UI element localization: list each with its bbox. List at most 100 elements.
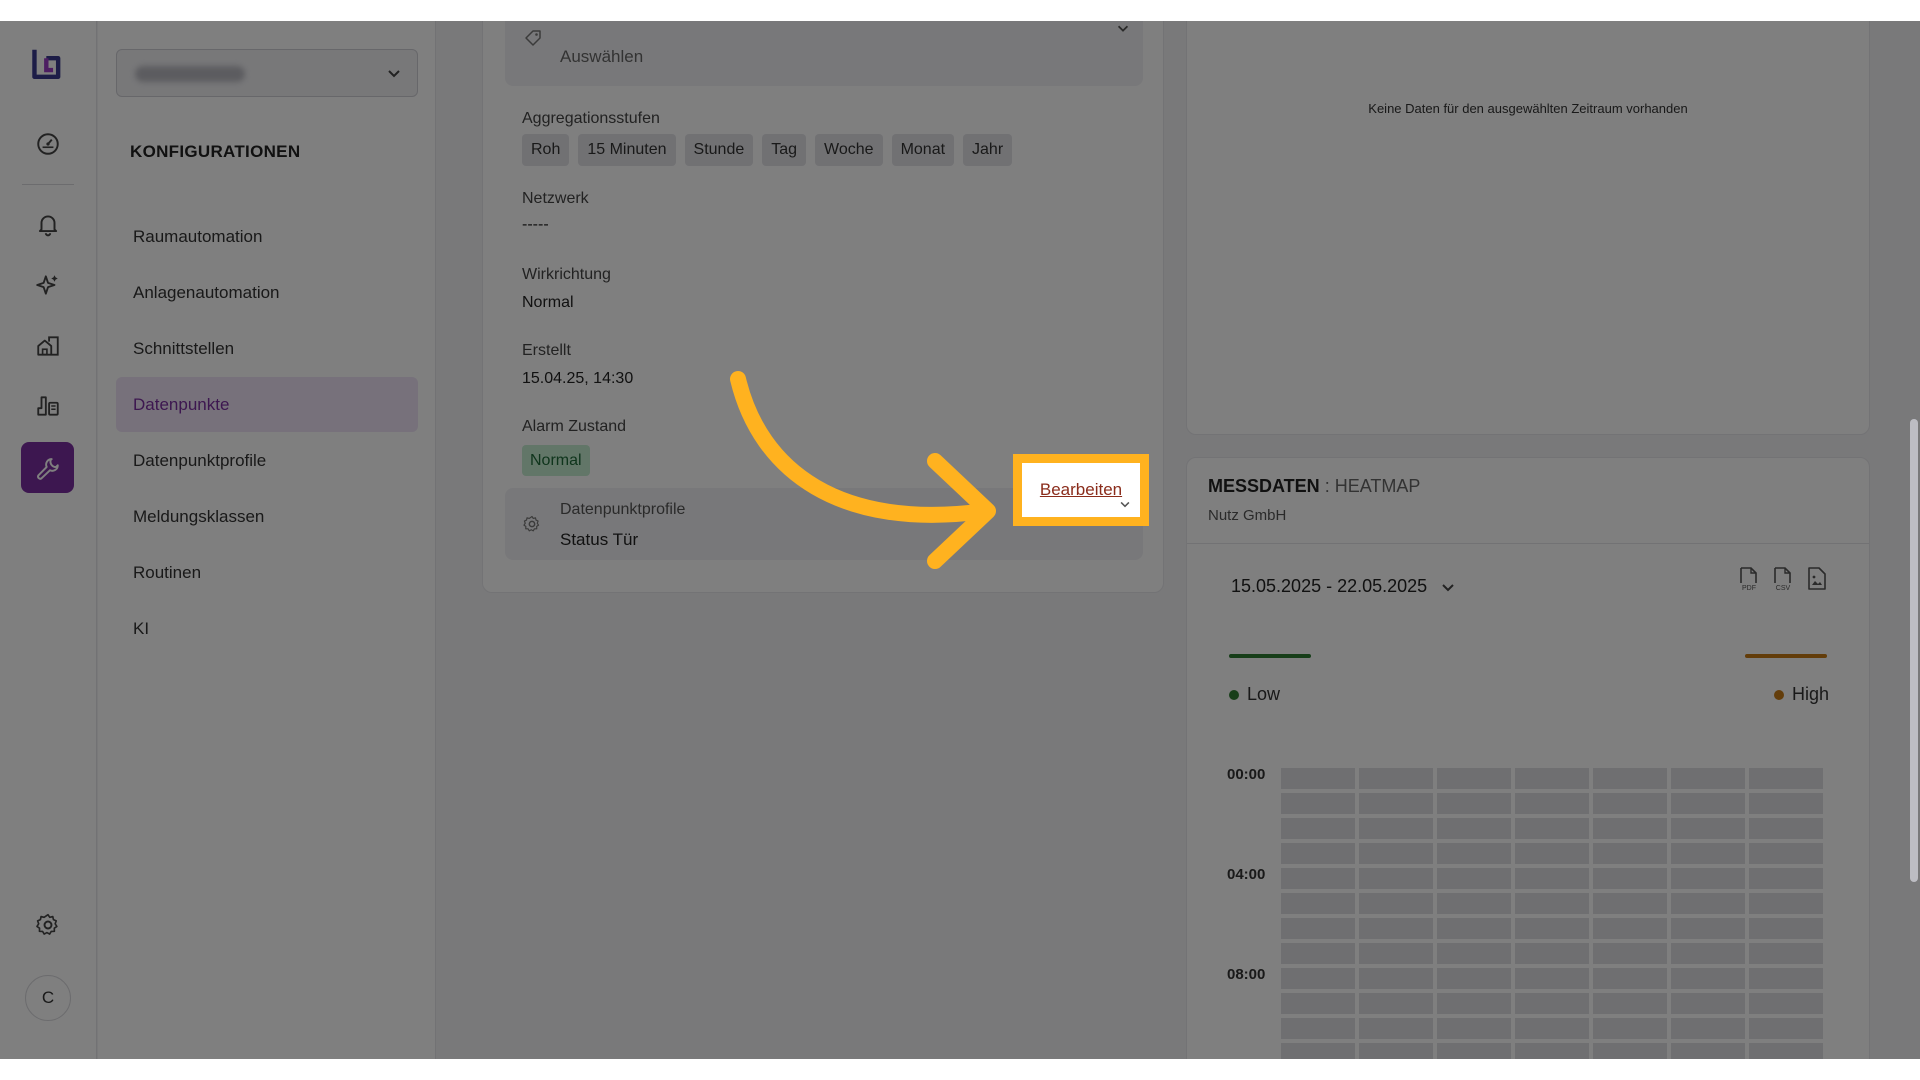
heatmap-cell [1593, 868, 1667, 889]
sidebar-item-datenpunktprofile[interactable]: Datenpunktprofile [116, 433, 418, 488]
heatmap-cell [1359, 918, 1433, 939]
direction-value: Normal [522, 294, 574, 311]
edit-button[interactable]: Bearbeiten [1040, 480, 1122, 500]
heatmap-cell [1515, 843, 1589, 864]
heatmap-cell [1437, 943, 1511, 964]
heatmap-cell [1359, 943, 1433, 964]
heatmap-cell [1437, 793, 1511, 814]
heatmap-cell [1593, 793, 1667, 814]
sidebar-item-ki[interactable]: KI [116, 601, 418, 656]
heatmap-cell [1593, 1018, 1667, 1039]
chevron-down-icon [1117, 25, 1129, 32]
legend-low-dot [1229, 689, 1239, 700]
scrollbar[interactable] [1910, 419, 1918, 882]
heatmap-cell [1359, 868, 1433, 889]
sidebar-item-meldungsklassen[interactable]: Meldungsklassen [116, 489, 418, 544]
heatmap-cell [1671, 768, 1745, 789]
tag-icon [525, 30, 541, 46]
avatar[interactable]: C [25, 975, 71, 1021]
aggregation-chip-monat[interactable]: Monat [891, 134, 955, 166]
date-range-picker[interactable]: 15.05.2025 - 22.05.2025 [1231, 576, 1457, 597]
edit-button-highlight[interactable]: Bearbeiten [1013, 454, 1149, 526]
heatmap-cell [1671, 918, 1745, 939]
heatmap-cell [1515, 1018, 1589, 1039]
sidebar-item-routinen[interactable]: Routinen [116, 545, 418, 600]
heatmap-cell [1359, 1018, 1433, 1039]
aggregation-chip-15-minuten[interactable]: 15 Minuten [578, 134, 676, 166]
heatmap-cell [1437, 768, 1511, 789]
created-value: 15.04.25, 14:30 [522, 370, 634, 387]
aggregation-chips: Roh 15 Minuten Stunde Tag Woche Monat Ja… [522, 134, 1013, 166]
sidebar-item-schnittstellen[interactable]: Schnittstellen [116, 321, 418, 376]
heatmap-panel: MESSDATEN : HEATMAP Nutz GmbH 15.05.2025… [1186, 457, 1870, 1059]
heatmap-title-separator: : [1319, 476, 1335, 496]
organization-select[interactable] [116, 49, 418, 97]
heatmap-cell [1515, 793, 1589, 814]
legend-low-label: Low [1247, 684, 1281, 704]
date-range-value: 15.05.2025 - 22.05.2025 [1231, 576, 1428, 596]
heatmap-cell [1593, 818, 1667, 839]
heatmap-cell [1281, 843, 1355, 864]
sidebar-title: KONFIGURATIONEN [130, 142, 301, 161]
heatmap-cell [1359, 843, 1433, 864]
aggregation-chip-woche[interactable]: Woche [815, 134, 883, 166]
legend-high-bar [1745, 654, 1827, 658]
avatar-initial: C [41, 988, 55, 1007]
heatmap-cell [1749, 793, 1823, 814]
aggregation-chip-roh[interactable]: Roh [522, 134, 570, 166]
heatmap-cell [1593, 993, 1667, 1014]
aggregation-chip-stunde[interactable]: Stunde [684, 134, 754, 166]
heatmap-cell [1671, 868, 1745, 889]
heatmap-cell [1515, 943, 1589, 964]
chart-panel: Keine Daten für den ausgewählten Zeitrau… [1186, 21, 1870, 435]
heatmap-cell [1281, 768, 1355, 789]
heatmap-title-main: MESSDATEN [1208, 476, 1320, 496]
heatmap-cell [1359, 993, 1433, 1014]
heatmap-cell [1281, 993, 1355, 1014]
wrench-icon[interactable] [21, 442, 74, 493]
sidebar-item-raumautomation[interactable]: Raumautomation [116, 209, 418, 264]
heatmap-cell [1749, 993, 1823, 1014]
heatmap-cell [1515, 868, 1589, 889]
heatmap-header: MESSDATEN : HEATMAP Nutz GmbH [1187, 458, 1869, 544]
empty-state-message: Keine Daten für den ausgewählten Zeitrau… [1368, 101, 1688, 116]
sparkles-icon[interactable] [21, 259, 74, 310]
dashboard-icon[interactable] [21, 118, 74, 169]
heatmap-cell [1593, 943, 1667, 964]
tag-select[interactable]: Auswählen [505, 21, 1143, 86]
heatmap-title: MESSDATEN : HEATMAP [1208, 476, 1420, 497]
heatmap-grid [1281, 768, 1827, 1059]
heatmap-cell [1281, 793, 1355, 814]
aggregation-chip-jahr[interactable]: Jahr [963, 134, 1013, 166]
devices-icon[interactable] [21, 380, 74, 431]
csv-icon[interactable]: CSV [1771, 566, 1795, 592]
heatmap-cell [1671, 968, 1745, 989]
legend-high-dot [1773, 689, 1784, 700]
logo-icon[interactable] [21, 39, 74, 90]
heatmap-cell [1749, 893, 1823, 914]
rail-divider [22, 184, 74, 185]
heatmap-cell [1749, 818, 1823, 839]
heatmap-cell [1671, 893, 1745, 914]
heatmap-cell [1515, 918, 1589, 939]
sidebar-item-anlagenautomation[interactable]: Anlagenautomation [116, 265, 418, 320]
image-icon[interactable] [1805, 566, 1829, 592]
sidebar-item-datenpunkte[interactable]: Datenpunkte [116, 377, 418, 432]
heatmap-cell [1437, 918, 1511, 939]
buildings-icon[interactable] [21, 320, 74, 371]
heatmap-cell [1281, 968, 1355, 989]
heatmap-cell [1593, 768, 1667, 789]
aggregation-chip-tag[interactable]: Tag [762, 134, 807, 166]
chevron-down-icon [388, 70, 400, 78]
pdf-icon[interactable]: PDF [1737, 566, 1761, 592]
heatmap-cell [1359, 968, 1433, 989]
config-sidebar: KONFIGURATIONEN Raumautomation Anlagenau… [98, 21, 436, 1059]
heatmap-cell [1515, 893, 1589, 914]
heatmap-cell [1281, 1018, 1355, 1039]
bell-icon[interactable] [21, 198, 74, 249]
gear-icon[interactable] [21, 899, 74, 950]
heatmap-cell [1359, 768, 1433, 789]
heatmap-cell [1671, 793, 1745, 814]
heatmap-cell [1437, 1018, 1511, 1039]
heatmap-cell [1281, 818, 1355, 839]
